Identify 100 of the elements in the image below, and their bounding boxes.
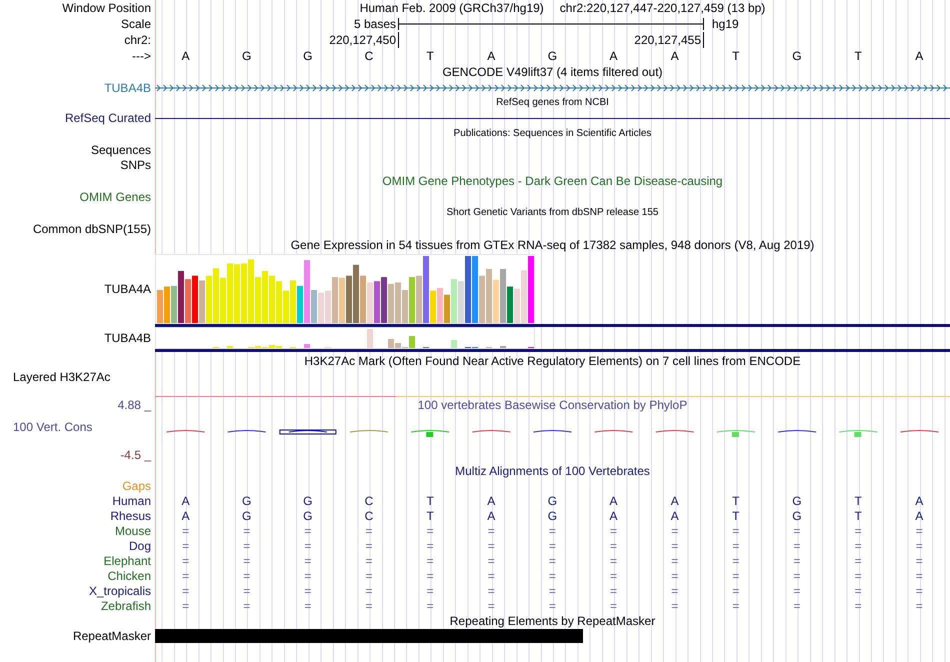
alignment-base: = [914,584,924,596]
alignment-base: = [486,524,496,536]
alignment-base: T [731,494,740,506]
alignment-base: A [486,494,496,506]
track-label: TUBA4B [104,332,151,344]
alignment-base: = [426,584,435,596]
track-label: chr2: [124,34,151,46]
alignment-base: = [364,554,374,566]
alignment-base: G [241,494,252,506]
base-letter: A [914,50,924,62]
track-title: Publications: Sequences in Scientific Articles [454,129,652,139]
alignment-base: = [242,524,252,536]
alignment-base: A [180,494,191,506]
species-label: Rhesus [110,510,151,522]
alignment-base: = [548,524,557,536]
alignment-base: = [792,540,802,552]
species-label: Elephant [104,554,151,566]
alignment-base: G [546,494,558,506]
track-title: 100 vertebrates Basewise Conservation by PhyloP [418,399,688,411]
alignment-base: = [181,600,190,612]
alignment-base: = [303,584,312,596]
track-label: Gaps [122,480,151,492]
alignment-base: T [731,510,740,522]
coordinate-tick [398,32,399,48]
track-label: SNPs [120,158,151,170]
alignment-base: = [486,570,496,582]
alignment-base: T [425,494,435,506]
alignment-base: = [426,554,435,566]
coordinate-tick [703,32,704,48]
alignment-base: = [181,524,190,536]
base-letter: G [241,50,252,62]
alignment-base: = [731,540,740,552]
track-title: Short Genetic Variants from dbSNP release 155 [446,208,658,218]
alignment-base: = [242,570,252,582]
alignment-base: T [853,494,863,506]
base-letter: G [546,50,558,62]
alignment-base: C [364,494,374,506]
alignment-base: = [731,600,740,612]
alignment-base: = [609,554,618,566]
alignment-base: = [854,584,863,596]
alignment-base: = [181,570,190,582]
coordinate-label: 220,127,450 [328,34,397,46]
alignment-base: = [609,524,618,536]
alignment-base: = [548,584,557,596]
track-label: 100 Vert. Cons [13,421,92,433]
base-letter: T [731,50,740,62]
track-title: OMIM Gene Phenotypes - Dark Green Can Be Disease-causing [382,175,723,187]
alignment-base: = [670,540,680,552]
base-letter: G [791,50,803,62]
alignment-base: = [792,524,802,536]
base-letter: T [425,50,435,62]
alignment-base: = [914,600,924,612]
alignment-base: = [914,540,924,552]
track-label: ---> [132,50,151,62]
track-label: RepeatMasker [72,630,151,642]
position-range: chr2:220,127,447-220,127,459 (13 bp) [560,2,766,14]
alignment-base: = [609,584,618,596]
alignment-base: A [180,510,191,522]
track-label: TUBA4B [104,82,151,94]
alignment-base: = [670,554,680,566]
track-label: OMIM Genes [80,191,151,203]
alignment-base: = [670,600,680,612]
alignment-base: = [731,554,740,566]
species-label: Chicken [108,570,151,582]
track-label: Layered H3K27Ac [13,370,110,382]
species-label: Human [112,494,151,506]
alignment-base: = [548,600,557,612]
alignment-base: = [486,554,496,566]
alignment-base: = [548,554,557,566]
alignment-base: T [425,510,435,522]
base-letter: C [364,50,374,62]
alignment-base: = [854,554,863,566]
alignment-base: = [854,570,863,582]
track-label: Common dbSNP(155) [32,223,151,235]
alignment-base: = [548,540,557,552]
alignment-base: = [303,540,312,552]
alignment-base: = [854,600,863,612]
alignment-base: = [609,570,618,582]
axis-label: -4.5 _ [120,449,151,461]
alignment-base: = [609,600,618,612]
scale-span: 5 bases [352,18,397,30]
alignment-base: = [670,570,680,582]
base-letter: T [853,50,863,62]
alignment-base: = [364,524,374,536]
track-title: RefSeq genes from NCBI [496,98,609,108]
alignment-base: = [364,600,374,612]
alignment-base: = [303,570,312,582]
track-title: H3K27Ac Mark (Often Found Near Active Regulatory Elements) on 7 cell lines from ENCODE [304,354,801,366]
species-label: X_tropicalis [88,584,151,596]
track-label: RefSeq Curated [64,112,151,124]
alignment-base: = [914,554,924,566]
base-letter: G [302,50,314,62]
alignment-base: G [791,510,803,522]
base-letter: A [486,50,496,62]
alignment-base: A [608,494,619,506]
alignment-base: = [486,600,496,612]
alignment-base: = [609,540,618,552]
alignment-base: = [426,570,435,582]
track-label: Window Position [62,2,151,14]
track-title: Repeating Elements by RepeatMasker [450,615,656,627]
